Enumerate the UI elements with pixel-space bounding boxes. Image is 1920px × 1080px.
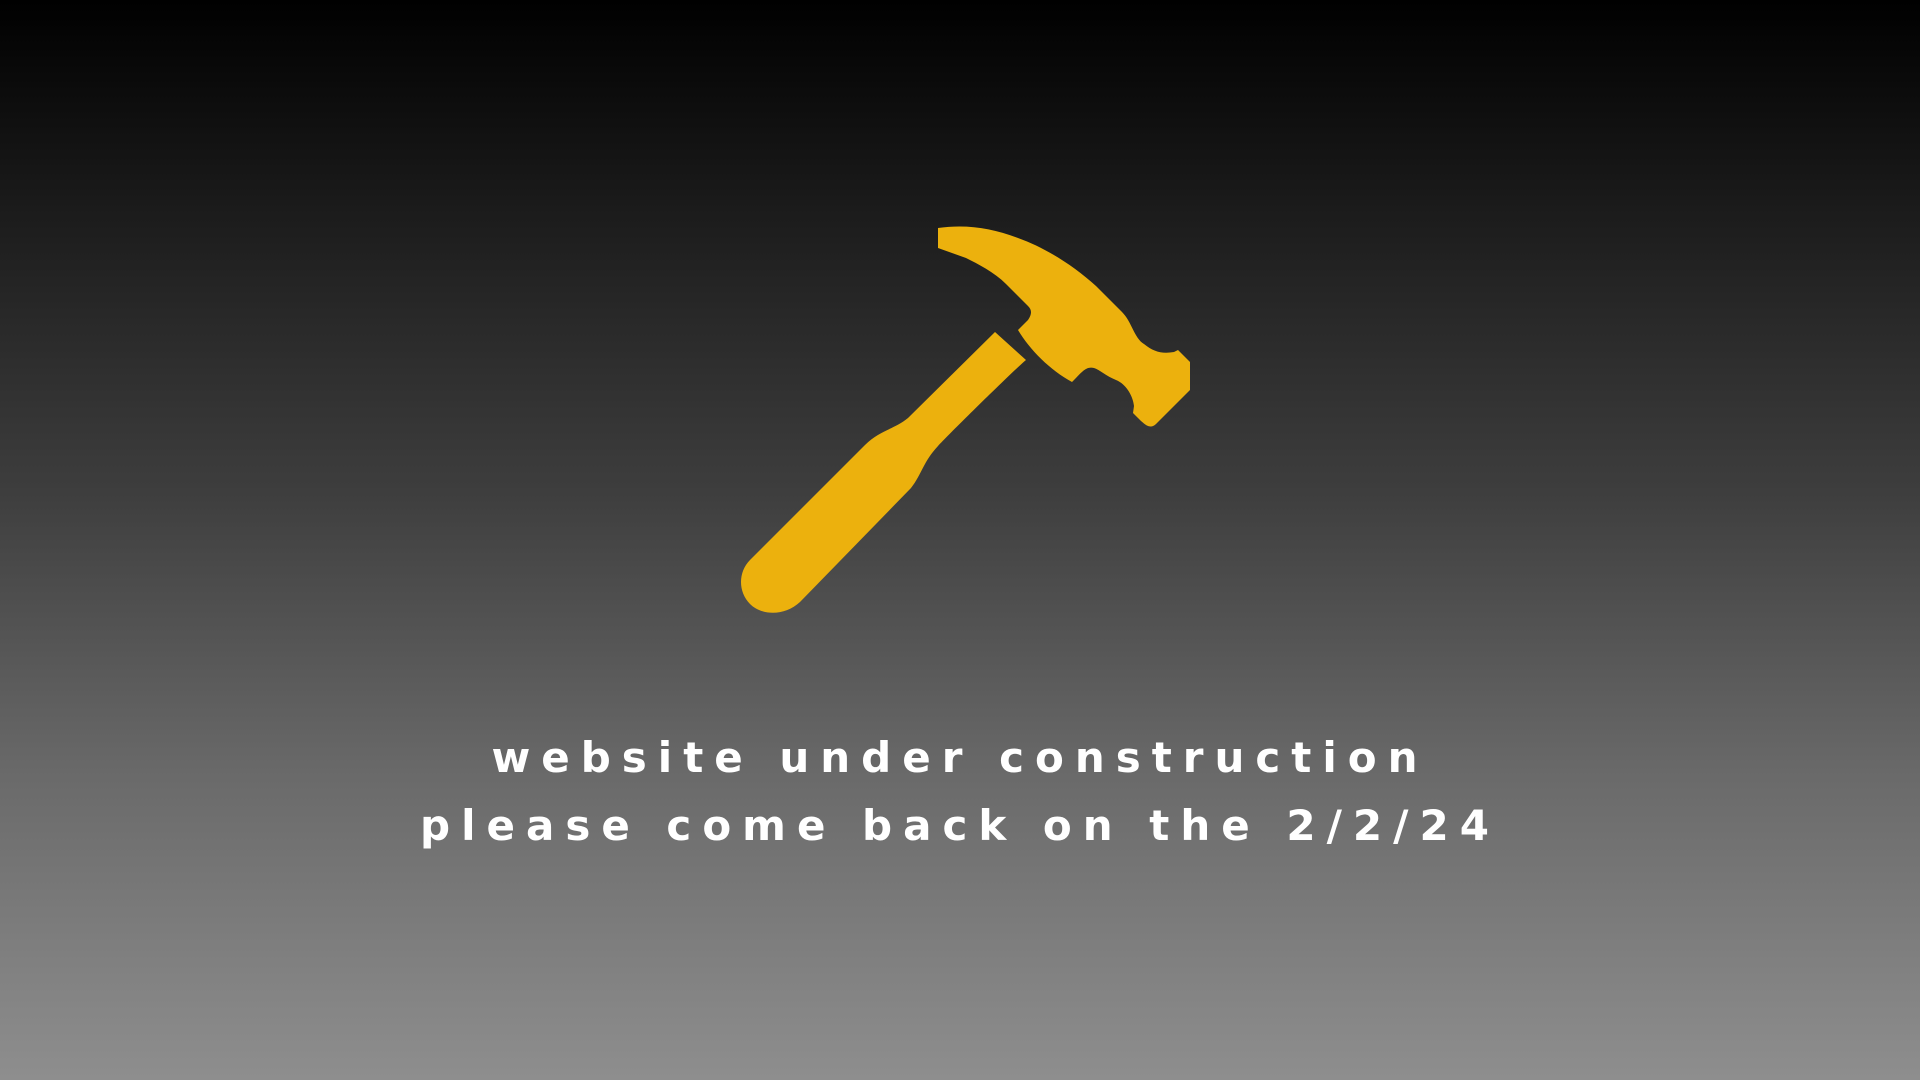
hammer-icon: [741, 226, 1190, 613]
message-line-2: please come back on the 2/2/24: [420, 801, 1500, 850]
hammer-handle: [741, 332, 1026, 613]
message-line-1: website under construction: [491, 733, 1429, 782]
construction-message: website under construction please come b…: [0, 724, 1920, 860]
